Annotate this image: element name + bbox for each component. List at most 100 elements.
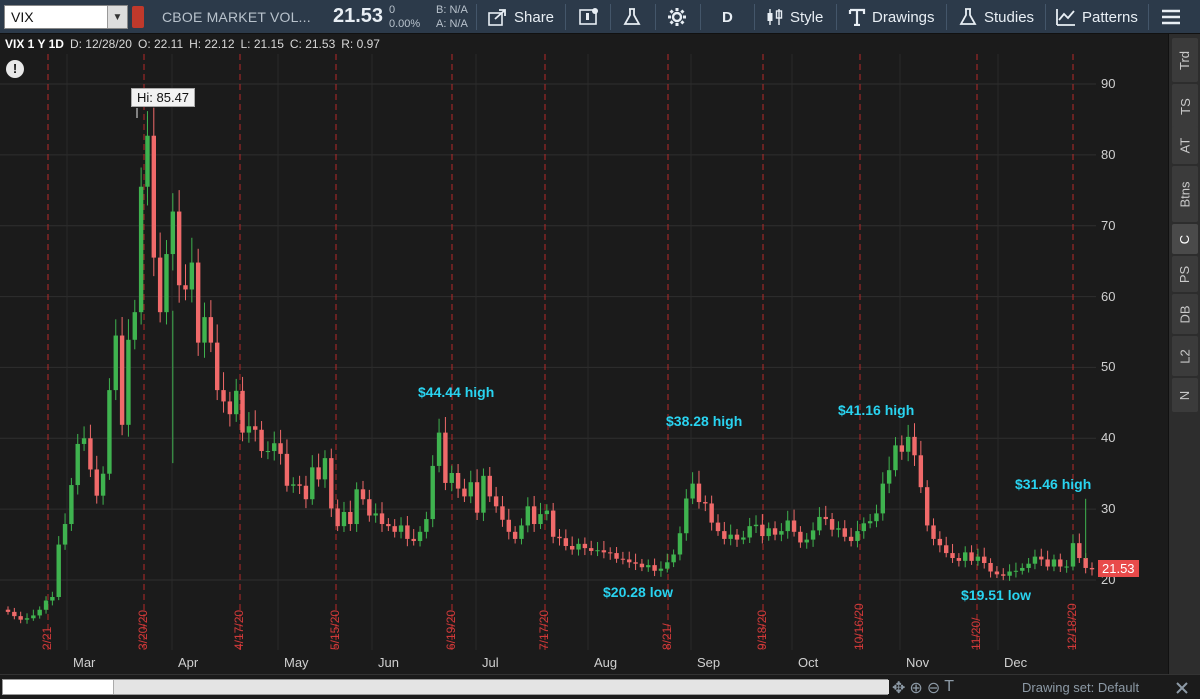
candle-body bbox=[899, 445, 905, 452]
settings-button[interactable] bbox=[667, 0, 693, 34]
candlestick-chart[interactable] bbox=[0, 54, 1096, 674]
menu-button[interactable] bbox=[1160, 0, 1188, 34]
candle-body bbox=[405, 525, 410, 539]
symbol-input[interactable]: VIX ▼ bbox=[4, 5, 128, 29]
candle-body bbox=[608, 552, 613, 554]
alert-icon[interactable]: ! bbox=[6, 60, 24, 78]
candle-body bbox=[1007, 571, 1012, 576]
side-tab-at[interactable]: AT bbox=[1172, 126, 1198, 164]
candle-body bbox=[512, 531, 518, 539]
candle-body bbox=[665, 562, 670, 569]
candle-body bbox=[658, 568, 664, 571]
candle-body bbox=[506, 519, 511, 532]
patterns-button[interactable]: Patterns bbox=[1056, 0, 1138, 34]
candle-body bbox=[943, 545, 949, 554]
candle-body bbox=[119, 335, 125, 425]
candle-body bbox=[284, 453, 290, 486]
candle-body bbox=[240, 390, 245, 433]
pan-icon[interactable]: ✥ bbox=[892, 678, 905, 698]
candle-body bbox=[1051, 559, 1057, 567]
flask-icon bbox=[959, 8, 977, 25]
side-tab-label: C bbox=[1177, 234, 1193, 244]
candle-body bbox=[348, 511, 353, 525]
candle-body bbox=[259, 429, 264, 452]
candle-body bbox=[113, 335, 118, 391]
candle-body bbox=[303, 485, 309, 500]
symbol-dropdown-icon[interactable]: ▼ bbox=[107, 6, 127, 28]
side-tab-db[interactable]: DB bbox=[1172, 294, 1198, 334]
info-close: C: 21.53 bbox=[289, 37, 336, 51]
x-tick-label: Jul bbox=[482, 655, 499, 670]
y-tick-label: 80 bbox=[1101, 146, 1116, 162]
side-tab-l2[interactable]: L2 bbox=[1172, 336, 1198, 376]
drawing-tool-icon[interactable]: T bbox=[944, 678, 954, 698]
side-tab-n[interactable]: N bbox=[1172, 378, 1198, 412]
candle-body bbox=[1064, 566, 1069, 568]
candle-body bbox=[734, 534, 740, 540]
candle-body bbox=[335, 508, 340, 527]
style-button[interactable]: Style bbox=[766, 0, 823, 34]
candle-body bbox=[386, 524, 391, 527]
close-icon[interactable] bbox=[1176, 682, 1188, 694]
high-price-tag: Hi: 85.47 bbox=[131, 88, 196, 107]
zoom-out-icon[interactable]: ⊖ bbox=[927, 678, 940, 698]
candle-body bbox=[100, 473, 106, 496]
candle-body bbox=[544, 510, 550, 515]
candle-body bbox=[969, 552, 974, 561]
candle-body bbox=[823, 516, 828, 520]
candle-body bbox=[1058, 559, 1063, 567]
horizontal-scrollbar[interactable] bbox=[2, 679, 889, 695]
chart-settings-button[interactable] bbox=[578, 0, 606, 34]
candle-body bbox=[937, 538, 943, 546]
candle-body bbox=[963, 552, 968, 561]
candle-body bbox=[487, 475, 492, 497]
drawings-button[interactable]: Drawings bbox=[848, 0, 935, 34]
x-tick-label: May bbox=[284, 655, 309, 670]
candle-body bbox=[912, 436, 917, 456]
scrollbar-thumb[interactable] bbox=[113, 680, 889, 694]
candle-body bbox=[931, 525, 936, 539]
candle-body bbox=[1032, 556, 1038, 564]
y-tick-label: 70 bbox=[1101, 217, 1116, 233]
candle-body bbox=[905, 436, 911, 452]
side-tab-trd[interactable]: Trd bbox=[1172, 38, 1198, 82]
candle-body bbox=[500, 506, 505, 520]
candle-body bbox=[341, 511, 347, 527]
side-tab-ps[interactable]: PS bbox=[1172, 256, 1198, 292]
candle-body bbox=[417, 531, 423, 542]
side-tab-btns[interactable]: Btns bbox=[1172, 166, 1198, 222]
candle-body bbox=[772, 528, 778, 535]
drawing-set-label[interactable]: Drawing set: Default bbox=[1022, 680, 1139, 695]
symbol-description: CBOE MARKET VOL... bbox=[162, 9, 311, 25]
x-tick-label: Jun bbox=[378, 655, 399, 670]
zoom-in-icon[interactable]: ⊕ bbox=[909, 678, 922, 698]
candle-body bbox=[614, 553, 619, 559]
aggregation-button[interactable]: D bbox=[722, 0, 733, 34]
studies-button[interactable]: Studies bbox=[958, 0, 1034, 34]
candle-body bbox=[1020, 567, 1025, 571]
candle-body bbox=[531, 506, 537, 525]
candle-body bbox=[195, 262, 201, 343]
candle-body bbox=[741, 537, 746, 540]
prototype-button[interactable] bbox=[622, 0, 648, 34]
candle-body bbox=[728, 534, 733, 539]
candle-body bbox=[493, 496, 499, 507]
candle-body bbox=[652, 565, 657, 571]
expiration-date-label: 7/17/20 bbox=[537, 609, 551, 650]
share-button[interactable]: Share bbox=[488, 0, 554, 34]
hamburger-icon bbox=[1162, 9, 1180, 25]
info-high: H: 22.12 bbox=[189, 37, 235, 51]
side-tab-c[interactable]: C bbox=[1172, 224, 1198, 254]
candle-body bbox=[601, 550, 607, 553]
link-color-tag[interactable] bbox=[132, 6, 144, 28]
side-tab-label: TS bbox=[1177, 97, 1193, 115]
text-t-icon bbox=[848, 8, 866, 26]
expiration-date-label: 4/17/20 bbox=[232, 609, 246, 650]
symbol-text: VIX bbox=[11, 9, 34, 25]
candle-body bbox=[462, 488, 467, 497]
candle-body bbox=[291, 484, 296, 486]
candle-body bbox=[994, 571, 1000, 575]
toolbar: VIX ▼ CBOE MARKET VOL... 21.53 0 0.00% B… bbox=[0, 0, 1200, 34]
side-tab-ts[interactable]: TS bbox=[1172, 84, 1198, 128]
candle-body bbox=[164, 254, 169, 313]
